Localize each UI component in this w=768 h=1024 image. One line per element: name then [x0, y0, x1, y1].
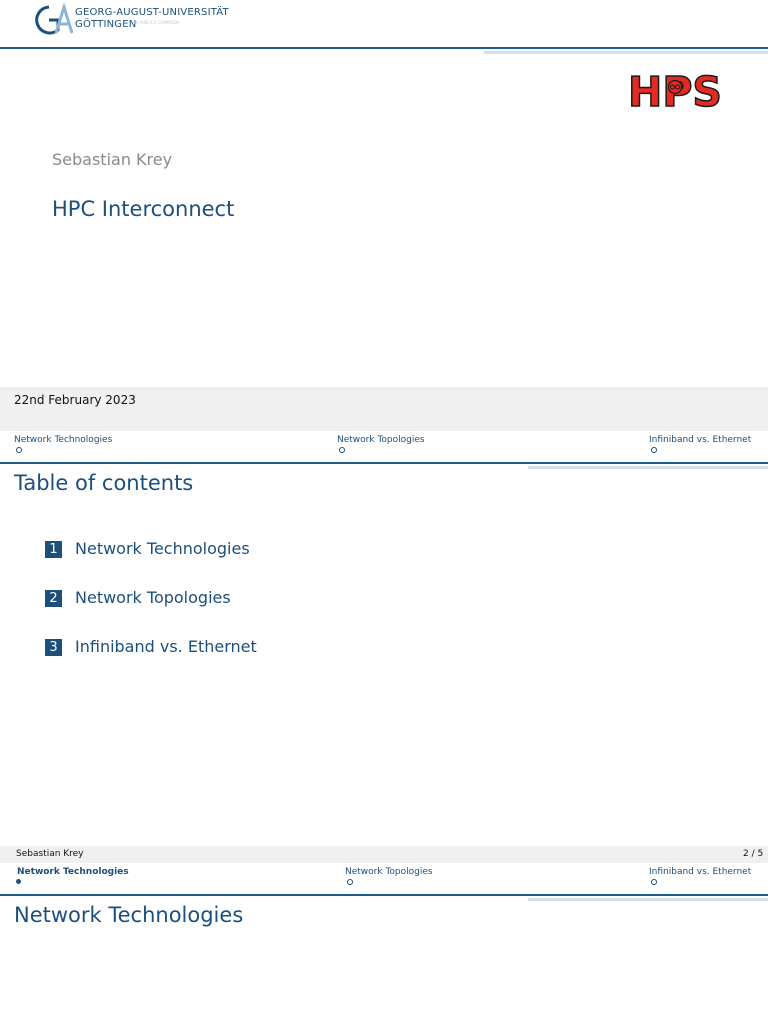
- title-slide: GEORG-AUGUST-UNIVERSITÄT GÖTTINGEN IN PU…: [0, 0, 768, 432]
- presentation-author: Sebastian Krey: [52, 150, 173, 169]
- nav-progress-dot[interactable]: [651, 879, 657, 885]
- header-rule-accent: [528, 898, 768, 901]
- footer-author: Sebastian Krey: [16, 849, 84, 859]
- toc-item-number: 2: [45, 590, 62, 607]
- nav-section-network-technologies[interactable]: Network Technologies: [14, 435, 112, 445]
- frame-title: Network Technologies: [14, 903, 244, 927]
- toc-item-infiniband-vs-ethernet[interactable]: Infiniband vs. Ethernet: [75, 637, 257, 656]
- nav-section-infiniband-vs-ethernet[interactable]: Infiniband vs. Ethernet: [649, 435, 751, 445]
- header-rule: [0, 47, 768, 49]
- header-rule: [0, 894, 768, 896]
- header-rule-accent: [484, 51, 768, 54]
- presentation-date: 22nd February 2023: [14, 393, 136, 407]
- toc-item-number: 3: [45, 639, 62, 656]
- hps-logo: HPS: [627, 68, 723, 112]
- nav-progress-dot[interactable]: [339, 447, 345, 453]
- footer-page-number: 2 / 5: [743, 849, 764, 859]
- header-rule-accent: [528, 466, 768, 469]
- nav-progress-dot-active[interactable]: [16, 879, 21, 884]
- toc-item-network-topologies[interactable]: Network Topologies: [75, 588, 231, 607]
- presentation-title: HPC Interconnect: [52, 197, 235, 221]
- toc-item-network-technologies[interactable]: Network Technologies: [75, 539, 250, 558]
- university-logo: GEORG-AUGUST-UNIVERSITÄT GÖTTINGEN IN PU…: [30, 3, 229, 37]
- university-name-line1: GEORG-AUGUST-UNIVERSITÄT: [75, 7, 229, 18]
- nav-section-infiniband-vs-ethernet[interactable]: Infiniband vs. Ethernet: [649, 867, 751, 877]
- footer-bar: [0, 846, 768, 863]
- nav-progress-dot[interactable]: [347, 879, 353, 885]
- nav-section-network-topologies[interactable]: Network Topologies: [345, 867, 433, 877]
- nav-section-network-technologies-active[interactable]: Network Technologies: [17, 867, 129, 877]
- nav-progress-dot[interactable]: [16, 447, 22, 453]
- university-tagline: IN PUBLICA COMMODA: [134, 20, 180, 25]
- nav-progress-dot[interactable]: [651, 447, 657, 453]
- university-name-line2: GÖTTINGEN: [75, 19, 137, 30]
- toc-item-number: 1: [45, 541, 62, 558]
- nav-section-network-topologies[interactable]: Network Topologies: [337, 435, 425, 445]
- university-emblem-icon: [35, 3, 74, 35]
- header-rule: [0, 462, 768, 464]
- frame-title: Table of contents: [14, 471, 194, 495]
